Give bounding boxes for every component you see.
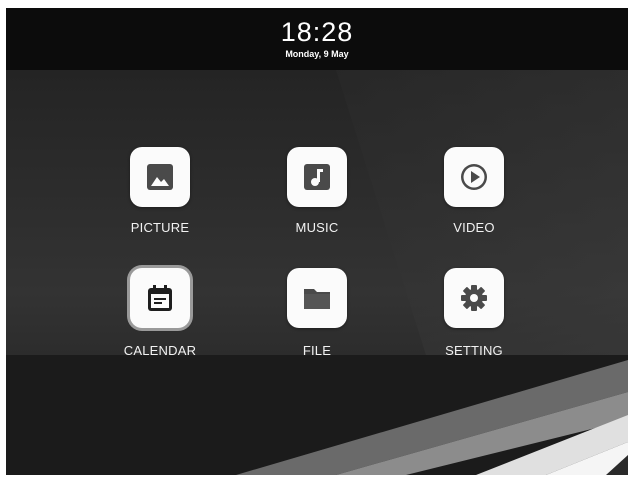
file-app-label: FILE (302, 343, 332, 358)
setting-app-label: SETTING (445, 343, 503, 358)
calendar-tile (130, 268, 190, 328)
image-icon (147, 164, 173, 190)
video-tile (444, 147, 504, 207)
setting-tile (444, 268, 504, 328)
calendar-app-button[interactable] (128, 266, 192, 330)
picture-app-label: PICTURE (130, 220, 190, 235)
clock-time: 18:28 (280, 17, 354, 47)
video-app-button[interactable] (442, 145, 506, 209)
music-app-label: MUSIC (295, 220, 339, 235)
music-app-button[interactable] (285, 145, 349, 209)
picture-tile (130, 147, 190, 207)
file-app-button[interactable] (285, 266, 349, 330)
music-tile (287, 147, 347, 207)
setting-app-button[interactable] (442, 266, 506, 330)
file-tile (287, 268, 347, 328)
folder-icon (304, 289, 330, 309)
clock-date: Monday, 9 May (285, 49, 349, 59)
video-app-label: VIDEO (453, 220, 495, 235)
music-note-icon (304, 164, 330, 190)
calendar-app-label: CALENDAR (123, 343, 197, 358)
device-screen: 18:28 Monday, 9 May PICTURE MUSIC VIDEO … (6, 8, 628, 475)
calendar-icon (148, 285, 172, 311)
play-icon (461, 164, 487, 190)
picture-app-button[interactable] (128, 145, 192, 209)
status-bar: 18:28 Monday, 9 May (6, 8, 628, 70)
gear-icon (461, 285, 487, 311)
